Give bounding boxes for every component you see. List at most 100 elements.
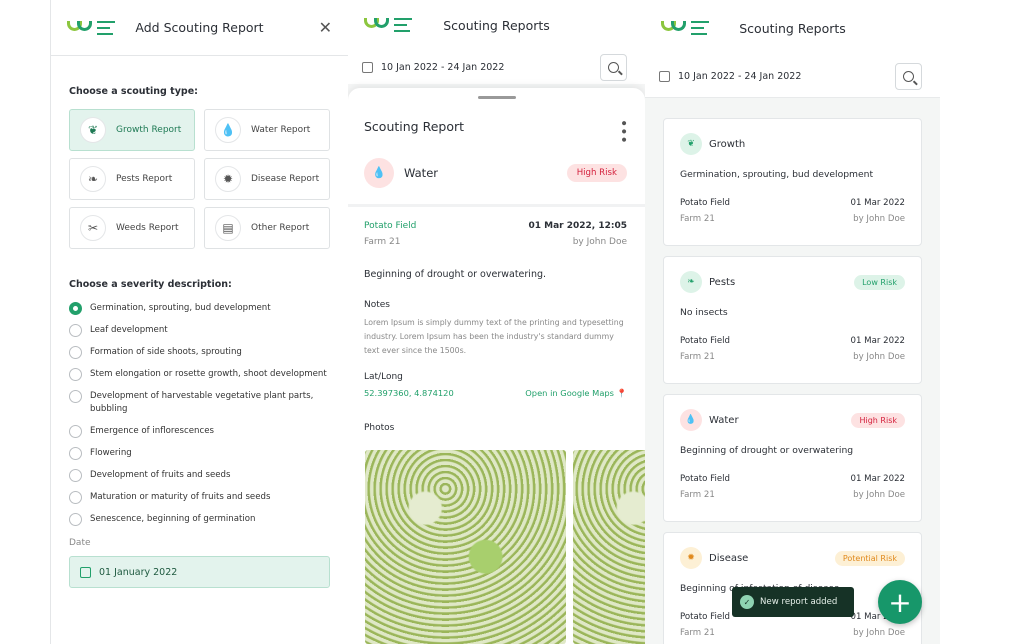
type-option-pests[interactable]: ❧ Pests Report bbox=[69, 158, 195, 200]
search-button[interactable] bbox=[600, 53, 627, 81]
close-icon[interactable]: ✕ bbox=[319, 18, 332, 37]
logo-icon bbox=[364, 16, 389, 34]
severity-option[interactable]: Emergence of inflorescences bbox=[69, 425, 330, 438]
card-description: Germination, sprouting, bud development bbox=[680, 169, 874, 180]
map-pin-icon: 📍 bbox=[616, 387, 627, 398]
severity-label: Emergence of inflorescences bbox=[90, 426, 214, 436]
severity-option[interactable]: Senescence, beginning of germination bbox=[69, 513, 330, 526]
date-range-filter[interactable]: 10 Jan 2022 - 24 Jan 2022 bbox=[348, 50, 645, 84]
radio-button[interactable] bbox=[69, 491, 82, 504]
risk-badge: High Risk bbox=[851, 412, 905, 428]
water-drops-icon: 💧 bbox=[215, 117, 241, 143]
radio-button[interactable] bbox=[69, 390, 82, 403]
report-detail-panel: Scouting Reports 10 Jan 2022 - 24 Jan 20… bbox=[348, 0, 645, 644]
radio-button[interactable] bbox=[69, 425, 82, 438]
severity-label: Development of harvestable vegetative pl… bbox=[90, 391, 314, 414]
severity-option[interactable]: Flowering bbox=[69, 447, 330, 460]
menu-icon[interactable] bbox=[691, 21, 709, 35]
page-title: Scouting Reports bbox=[443, 17, 550, 33]
radio-button[interactable] bbox=[69, 513, 82, 526]
water-icon: 💧 bbox=[680, 409, 702, 431]
severity-heading: Choose a severity description: bbox=[69, 279, 232, 290]
type-option-other[interactable]: ▤ Other Report bbox=[204, 207, 330, 249]
severity-label: Senescence, beginning of germination bbox=[90, 514, 256, 524]
type-option-water[interactable]: 💧 Water Report bbox=[204, 109, 330, 151]
author: by John Doe bbox=[853, 490, 905, 500]
farm-name: Farm 21 bbox=[680, 490, 715, 500]
calendar-icon bbox=[362, 61, 373, 73]
add-report-button[interactable]: + bbox=[878, 580, 922, 624]
drag-handle[interactable] bbox=[477, 96, 516, 99]
add-report-panel: Add Scouting Report ✕ Choose a scouting … bbox=[50, 0, 348, 644]
report-card[interactable]: 💧 Water High Risk Beginning of drought or … bbox=[663, 394, 922, 522]
severity-label: Development of fruits and seeds bbox=[90, 470, 231, 480]
menu-icon[interactable] bbox=[394, 18, 412, 32]
type-label: Pests Report bbox=[116, 174, 173, 184]
author: by John Doe bbox=[853, 214, 905, 224]
report-type: Water bbox=[404, 165, 438, 180]
menu-icon[interactable] bbox=[97, 20, 115, 35]
author: by John Doe bbox=[853, 628, 905, 638]
severity-option[interactable]: Stem elongation or rosette growth, shoot… bbox=[69, 368, 330, 381]
farm-name: Farm 21 bbox=[680, 352, 715, 362]
severity-option[interactable]: Development of harvestable vegetative pl… bbox=[69, 390, 330, 416]
field-name: Potato Field bbox=[680, 474, 730, 484]
date-range-filter[interactable]: 10 Jan 2022 - 24 Jan 2022 bbox=[645, 56, 940, 98]
radio-button[interactable] bbox=[69, 368, 82, 381]
date-value: 01 January 2022 bbox=[99, 566, 178, 578]
search-icon bbox=[903, 71, 914, 82]
type-label: Growth Report bbox=[116, 125, 182, 135]
field-name: Potato Field bbox=[364, 220, 417, 231]
date-range: 10 Jan 2022 - 24 Jan 2022 bbox=[381, 61, 505, 73]
card-type: Growth bbox=[709, 138, 746, 150]
risk-badge: Low Risk bbox=[854, 274, 905, 290]
growth-icon: ❦ bbox=[680, 133, 702, 155]
severity-label: Formation of side shoots, sprouting bbox=[90, 347, 242, 357]
photo-thumbnail[interactable] bbox=[365, 450, 566, 644]
type-option-disease[interactable]: ✹ Disease Report bbox=[204, 158, 330, 200]
date-input[interactable]: 01 January 2022 bbox=[69, 556, 330, 588]
type-option-weeds[interactable]: ✂ Weeds Report bbox=[69, 207, 195, 249]
card-type: Disease bbox=[709, 552, 749, 564]
check-icon: ✓ bbox=[740, 595, 754, 609]
radio-button[interactable] bbox=[69, 324, 82, 337]
type-label: Weeds Report bbox=[116, 223, 179, 233]
search-button[interactable] bbox=[895, 63, 922, 90]
type-option-growth[interactable]: ❦ Growth Report bbox=[69, 109, 195, 151]
photos-label: Photos bbox=[364, 422, 395, 433]
sheet-title: Scouting Report bbox=[364, 119, 465, 134]
search-icon bbox=[608, 61, 619, 73]
severity-label: Leaf development bbox=[90, 325, 168, 335]
report-card[interactable]: ❧ Pests Low Risk No insects Potato Field 01… bbox=[663, 256, 922, 384]
maps-link[interactable]: Open in Google Maps 📍 bbox=[525, 388, 627, 399]
radio-button[interactable] bbox=[69, 346, 82, 359]
severity-option[interactable]: Maturation or maturity of fruits and see… bbox=[69, 491, 330, 504]
severity-option[interactable]: Germination, sprouting, bud development bbox=[69, 302, 330, 315]
farm-name: Farm 21 bbox=[364, 236, 401, 247]
report-card[interactable]: ❦ Growth Germination, sprouting, bud deve… bbox=[663, 118, 922, 246]
disease-icon: ✹ bbox=[215, 166, 241, 192]
photo-thumbnail[interactable] bbox=[573, 450, 645, 644]
risk-badge: High Risk bbox=[566, 163, 627, 182]
field-name: Potato Field bbox=[680, 336, 730, 346]
calendar-icon bbox=[659, 71, 670, 82]
description: Beginning of drought or overwatering. bbox=[364, 268, 547, 280]
document-icon: ▤ bbox=[215, 215, 241, 241]
water-drops-icon: 💧 bbox=[364, 157, 394, 188]
severity-label: Germination, sprouting, bud development bbox=[90, 303, 271, 313]
date-range: 10 Jan 2022 - 24 Jan 2022 bbox=[678, 71, 802, 82]
card-date: 01 Mar 2022 bbox=[850, 336, 905, 346]
risk-badge: Potential Risk bbox=[834, 550, 905, 566]
radio-button[interactable] bbox=[69, 469, 82, 482]
more-options-icon[interactable]: ••• bbox=[615, 119, 631, 144]
card-date: 01 Mar 2022 bbox=[850, 474, 905, 484]
farm-name: Farm 21 bbox=[680, 628, 715, 638]
severity-option[interactable]: Formation of side shoots, sprouting bbox=[69, 346, 330, 359]
report-datetime: 01 Mar 2022, 12:05 bbox=[528, 220, 627, 231]
latlong-value: 52.397360, 4.874120 bbox=[364, 388, 454, 399]
radio-button[interactable] bbox=[69, 302, 82, 315]
severity-label: Maturation or maturity of fruits and see… bbox=[90, 492, 271, 502]
severity-option[interactable]: Development of fruits and seeds bbox=[69, 469, 330, 482]
severity-option[interactable]: Leaf development bbox=[69, 324, 330, 337]
radio-button[interactable] bbox=[69, 447, 82, 460]
